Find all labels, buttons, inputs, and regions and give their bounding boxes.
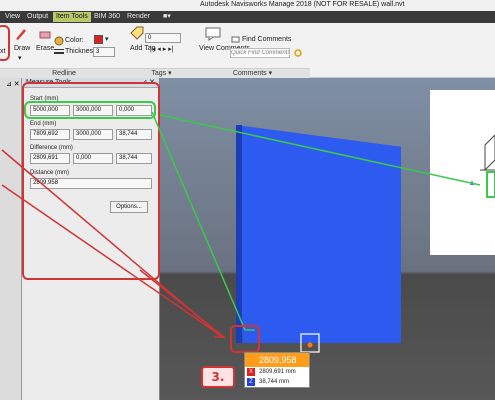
tooltip-z-axis: Z bbox=[247, 378, 255, 386]
tooltip-distance: 2809,958 mm bbox=[245, 353, 309, 379]
measurement-tooltip: 2809,958 mm X 2809,691 mm Z 38,744 mm bbox=[244, 352, 310, 388]
annotation-arrows bbox=[1, 111, 481, 353]
tooltip-x-axis: X bbox=[247, 368, 255, 376]
tooltip-x-value: 2809,691 mm bbox=[259, 369, 296, 375]
tooltip-z-row: Z 38,744 mm bbox=[245, 377, 309, 387]
annotation-step-label: 3. bbox=[201, 366, 235, 388]
tooltip-x-row: X 2809,691 mm bbox=[245, 367, 309, 377]
tooltip-z-value: 38,744 mm bbox=[259, 379, 290, 385]
